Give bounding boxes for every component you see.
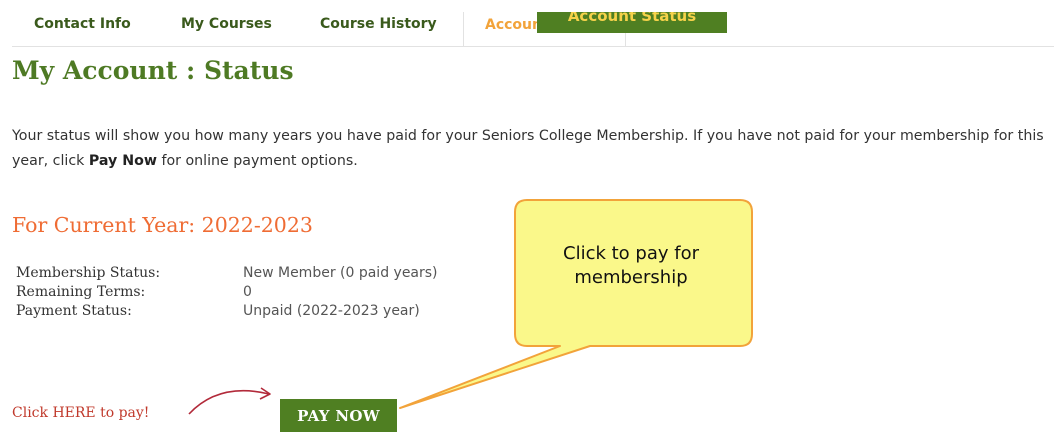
curved-arrow-icon — [188, 387, 271, 415]
callout-bubble — [399, 199, 753, 409]
pay-prompt-text: Click HERE to pay! — [12, 405, 150, 421]
callout-line-2: membership — [574, 267, 688, 288]
callout-line-1: Click to pay for — [563, 243, 699, 264]
callout-text: Click to pay for membership — [516, 242, 746, 290]
pay-now-button[interactable]: PAY NOW — [280, 399, 397, 432]
